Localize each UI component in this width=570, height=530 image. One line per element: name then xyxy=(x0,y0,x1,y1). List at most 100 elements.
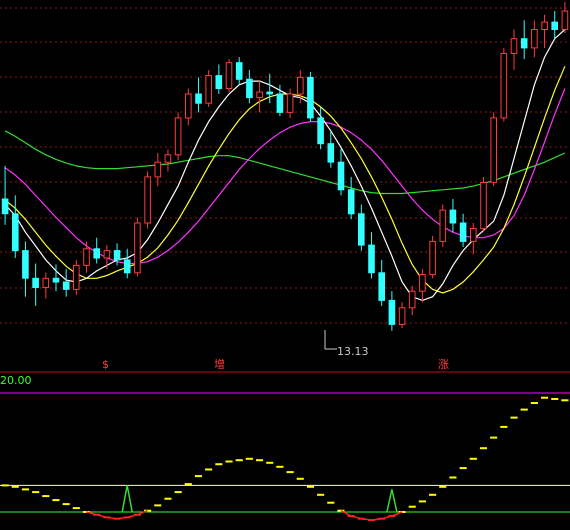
candle xyxy=(195,77,202,113)
candle xyxy=(134,217,141,277)
candle xyxy=(439,204,447,247)
candle-body xyxy=(52,277,60,283)
candle-body xyxy=(449,209,457,224)
candle-body xyxy=(205,75,212,104)
candle xyxy=(419,269,426,303)
candle-body xyxy=(83,248,90,266)
candle xyxy=(531,20,538,58)
candle-body xyxy=(195,93,202,104)
candle-body xyxy=(215,75,223,89)
candle-body xyxy=(561,10,569,30)
indicator-spike xyxy=(121,485,133,513)
candle-body xyxy=(42,277,50,288)
candle-body xyxy=(337,161,345,191)
candle xyxy=(459,213,467,247)
candle-body xyxy=(327,143,335,163)
candle xyxy=(123,248,131,279)
candle-body xyxy=(419,274,426,292)
candle-body xyxy=(164,154,172,163)
candle xyxy=(144,171,151,229)
candle xyxy=(398,302,406,329)
candle-body xyxy=(144,176,151,224)
candle-body xyxy=(12,213,19,252)
candle-body xyxy=(541,21,548,31)
candle-body xyxy=(297,76,304,95)
candle xyxy=(174,112,182,161)
candle-body xyxy=(429,240,436,276)
candle-body xyxy=(174,117,182,156)
candle-body xyxy=(510,38,518,54)
candle xyxy=(215,64,223,94)
candle xyxy=(164,149,172,172)
candle xyxy=(327,130,335,168)
candle xyxy=(62,269,70,297)
candle xyxy=(1,165,9,225)
candle xyxy=(408,285,416,316)
candle xyxy=(266,73,273,104)
candle xyxy=(32,263,39,306)
candle xyxy=(561,1,569,34)
signal-label: 增 xyxy=(214,358,225,371)
low-price-label: 13.13 xyxy=(337,345,369,358)
candle xyxy=(286,88,294,118)
candle xyxy=(185,88,192,126)
candle-body xyxy=(32,277,39,288)
candle-body xyxy=(73,264,80,290)
candle-body xyxy=(134,222,141,274)
candle xyxy=(510,29,518,71)
candle-body xyxy=(317,117,324,145)
indicator-negative-segment xyxy=(106,516,118,520)
candle-body xyxy=(398,307,406,325)
candle-body xyxy=(307,76,314,119)
candle xyxy=(246,70,253,104)
signal-label: 涨 xyxy=(438,358,449,371)
candle-body xyxy=(551,21,559,31)
candle xyxy=(337,149,345,196)
candle-body xyxy=(22,250,29,279)
candle-body xyxy=(103,250,111,259)
candle-body xyxy=(235,62,243,80)
candle xyxy=(307,71,314,122)
candle xyxy=(490,112,497,187)
indicator-negative-segment xyxy=(137,510,148,516)
indicator-negative-segment xyxy=(117,516,128,520)
candle-body xyxy=(378,272,385,301)
candle xyxy=(500,47,508,122)
indicator-negative-segment xyxy=(371,517,382,521)
candle-body xyxy=(388,299,396,325)
indicator-negative-segment xyxy=(340,510,352,517)
candle-body xyxy=(246,78,253,99)
indicator-negative-segment xyxy=(127,513,138,519)
candle xyxy=(520,20,528,59)
candle xyxy=(205,70,212,107)
candle xyxy=(42,272,50,299)
candle-body xyxy=(439,209,447,242)
candle xyxy=(541,14,548,48)
candle xyxy=(429,235,436,279)
indicator-negative-segment xyxy=(96,513,108,519)
main-grid xyxy=(0,7,570,324)
candle xyxy=(378,259,385,306)
candle-body xyxy=(408,290,416,309)
candle-body xyxy=(113,250,121,261)
candle xyxy=(358,204,365,251)
indicator-negative-segment xyxy=(351,515,362,520)
candle-body xyxy=(368,244,375,274)
candle-body xyxy=(62,281,70,290)
indicator-spike xyxy=(386,489,398,513)
candle xyxy=(93,237,101,264)
candle-body xyxy=(1,198,9,215)
candle xyxy=(551,11,559,39)
candle xyxy=(368,232,375,279)
candle-body xyxy=(459,222,467,242)
candle-body xyxy=(276,93,284,113)
candle xyxy=(73,259,80,295)
candle-body xyxy=(531,29,538,49)
indicator-negative-segment xyxy=(381,515,393,520)
candle xyxy=(256,81,263,113)
candle-body xyxy=(470,228,477,242)
candle-body xyxy=(347,189,355,215)
candle-body xyxy=(266,91,273,95)
candle-body xyxy=(93,248,101,259)
candle-body xyxy=(490,117,497,183)
